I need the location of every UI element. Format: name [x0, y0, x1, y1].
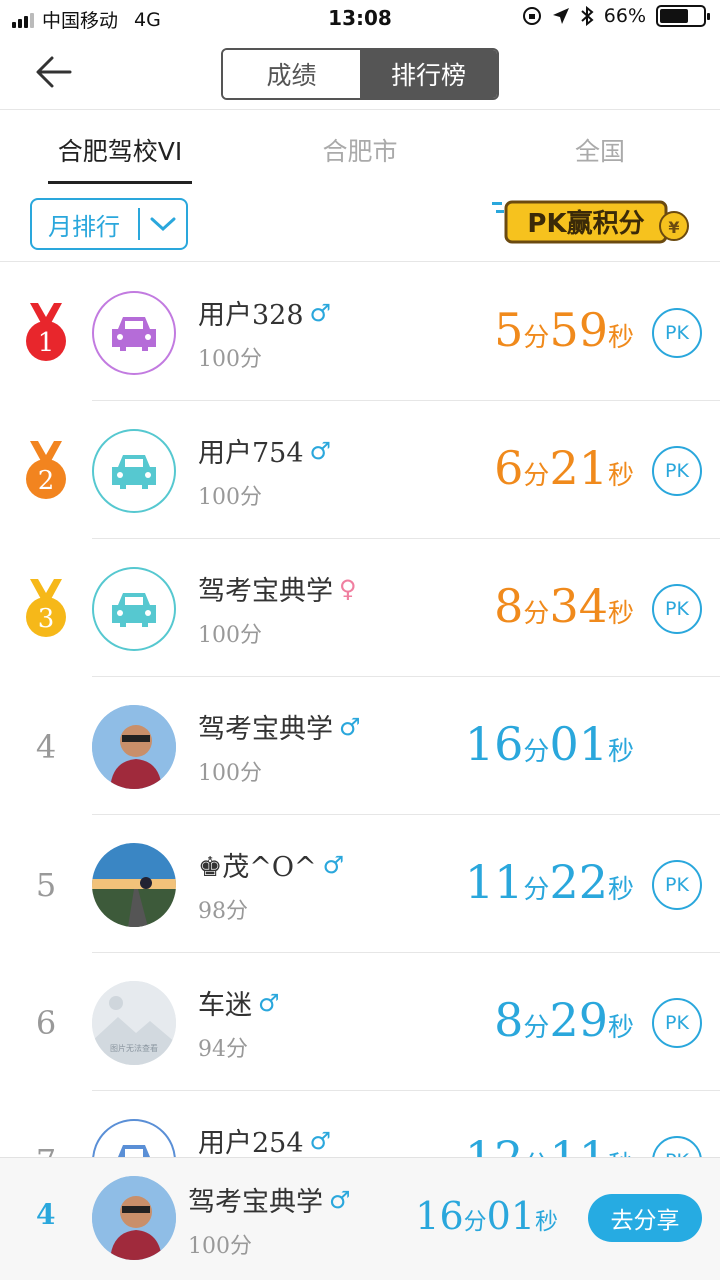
back-arrow-icon[interactable] [34, 52, 78, 92]
avatar[interactable] [92, 1119, 176, 1157]
completion-time: 8分29秒 [494, 993, 634, 1047]
username: 用户328 [198, 300, 304, 331]
svg-text:3: 3 [38, 604, 55, 634]
pk-button[interactable]: PK [652, 308, 702, 358]
completion-time: 16分01秒 [464, 717, 634, 771]
chevron-down-icon [140, 216, 186, 232]
avatar[interactable] [92, 705, 176, 789]
pk-button[interactable]: PK [652, 860, 702, 910]
female-icon: ♀ [339, 574, 357, 603]
segment-leaderboard[interactable]: 排行榜 [360, 50, 497, 98]
svg-text:1: 1 [38, 328, 55, 358]
male-icon: ♂ [258, 988, 280, 1017]
completion-time: 6分21秒 [494, 441, 634, 495]
my-rank-bar: 4 驾考宝典学 ♂ 100分 16分01秒 去分享 [0, 1157, 720, 1280]
bluetooth-icon [581, 6, 594, 26]
male-icon: ♂ [339, 712, 361, 741]
leaderboard-row[interactable]: 2 用户754 ♂ 100分 6分21秒 PK [0, 401, 720, 539]
pk-button[interactable]: PK [652, 998, 702, 1048]
pk-button[interactable]: PK [652, 1136, 702, 1157]
male-icon: ♂ [329, 1185, 351, 1214]
rank-number: 4 [35, 728, 57, 766]
status-bar: 中国移动 4G 13:08 66% [0, 0, 720, 36]
completion-time: 8分34秒 [494, 579, 634, 633]
car-icon [112, 1145, 156, 1157]
leaderboard-list[interactable]: 1 用户328 ♂ 100分 5分59秒 PK 2 用户754 ♂ 100分 6分2… [0, 263, 720, 1157]
username: 驾考宝典学 [198, 576, 333, 607]
svg-text:¥: ¥ [668, 218, 679, 237]
leaderboard-row[interactable]: 3 驾考宝典学 ♀ 100分 8分34秒 PK [0, 539, 720, 677]
gold-medal-icon: 1 [14, 297, 78, 369]
completion-time: 11分22秒 [464, 855, 634, 909]
filter-bar: 月排行 PK赢积分 ¥ [0, 196, 720, 262]
image-placeholder-icon: 图片无法查看 [92, 981, 176, 1065]
car-icon [112, 593, 156, 627]
leaderboard-row[interactable]: 4 驾考宝典学 ♂ 100分 16分01秒 [0, 677, 720, 815]
period-dropdown[interactable]: 月排行 [30, 198, 188, 250]
battery-icon [656, 5, 710, 27]
exam-score: 100分 [198, 485, 262, 510]
battery-percent: 66% [603, 5, 646, 27]
username: ♚茂^O^ [198, 852, 317, 883]
share-button[interactable]: 去分享 [588, 1194, 702, 1242]
tab-national[interactable]: 全国 [480, 110, 720, 186]
rank-number: 5 [35, 866, 57, 904]
svg-text:图片无法查看: 图片无法查看 [110, 1043, 158, 1053]
leaderboard-row[interactable]: 6 图片无法查看 车迷 ♂ 94分 8分29秒 PK [0, 953, 720, 1091]
pk-button[interactable]: PK [652, 584, 702, 634]
male-icon: ♂ [309, 298, 332, 327]
segment-scores[interactable]: 成绩 [223, 50, 360, 98]
avatar[interactable] [92, 843, 176, 927]
my-avatar[interactable] [92, 1176, 176, 1260]
car-icon [112, 455, 156, 489]
my-rank-number: 4 [36, 1198, 56, 1231]
username: 车迷 [198, 990, 252, 1021]
exam-score: 94分 [198, 1037, 248, 1062]
bronze-medal-icon: 3 [14, 573, 78, 645]
landscape-photo [92, 843, 176, 927]
leaderboard-row[interactable]: 7 用户254♂ 12分11秒 PK [0, 1091, 720, 1157]
my-username: 驾考宝典学 [188, 1187, 323, 1218]
svg-text:2: 2 [38, 466, 55, 496]
avatar[interactable] [92, 291, 176, 375]
exam-score: 100分 [198, 623, 262, 648]
car-icon [112, 317, 156, 351]
location-icon [552, 8, 569, 24]
user-photo [92, 705, 176, 789]
avatar[interactable] [92, 429, 176, 513]
rotation-lock-icon [522, 7, 541, 25]
pk-button[interactable]: PK [652, 446, 702, 496]
completion-time: 12分11秒 [465, 1131, 634, 1157]
user-photo [92, 1176, 176, 1260]
male-icon: ♂ [309, 1126, 332, 1155]
exam-score: 100分 [198, 761, 262, 786]
leaderboard-row[interactable]: 1 用户328 ♂ 100分 5分59秒 PK [0, 263, 720, 401]
male-icon: ♂ [322, 850, 345, 879]
period-dropdown-label: 月排行 [48, 212, 120, 241]
username: 用户254 [198, 1128, 304, 1157]
pk-promo-banner[interactable]: PK赢积分 ¥ [490, 198, 694, 246]
rank-number: 6 [35, 1004, 57, 1042]
tab-school[interactable]: 合肥驾校VI [0, 110, 240, 186]
tab-city[interactable]: 合肥市 [240, 110, 480, 186]
silver-medal-icon: 2 [14, 435, 78, 507]
completion-time: 5分59秒 [494, 303, 634, 357]
my-score: 100分 [188, 1234, 252, 1259]
username: 驾考宝典学 [198, 714, 333, 745]
exam-score: 98分 [198, 899, 248, 924]
rank-number: 7 [36, 1142, 56, 1157]
avatar[interactable]: 图片无法查看 [92, 981, 176, 1065]
exam-score: 100分 [198, 347, 262, 372]
my-completion-time: 16分01秒 [415, 1194, 558, 1238]
pk-promo-text: PK赢积分 [527, 208, 644, 239]
scope-tabs: 合肥驾校VI 合肥市 全国 [0, 110, 720, 186]
male-icon: ♂ [309, 436, 332, 465]
segmented-control: 成绩 排行榜 [221, 48, 499, 100]
username: 用户754 [198, 438, 304, 469]
leaderboard-row[interactable]: 5 ♚茂^O^ ♂ 98分 11分22秒 PK [0, 815, 720, 953]
avatar[interactable] [92, 567, 176, 651]
nav-bar: 成绩 排行榜 [0, 36, 720, 110]
